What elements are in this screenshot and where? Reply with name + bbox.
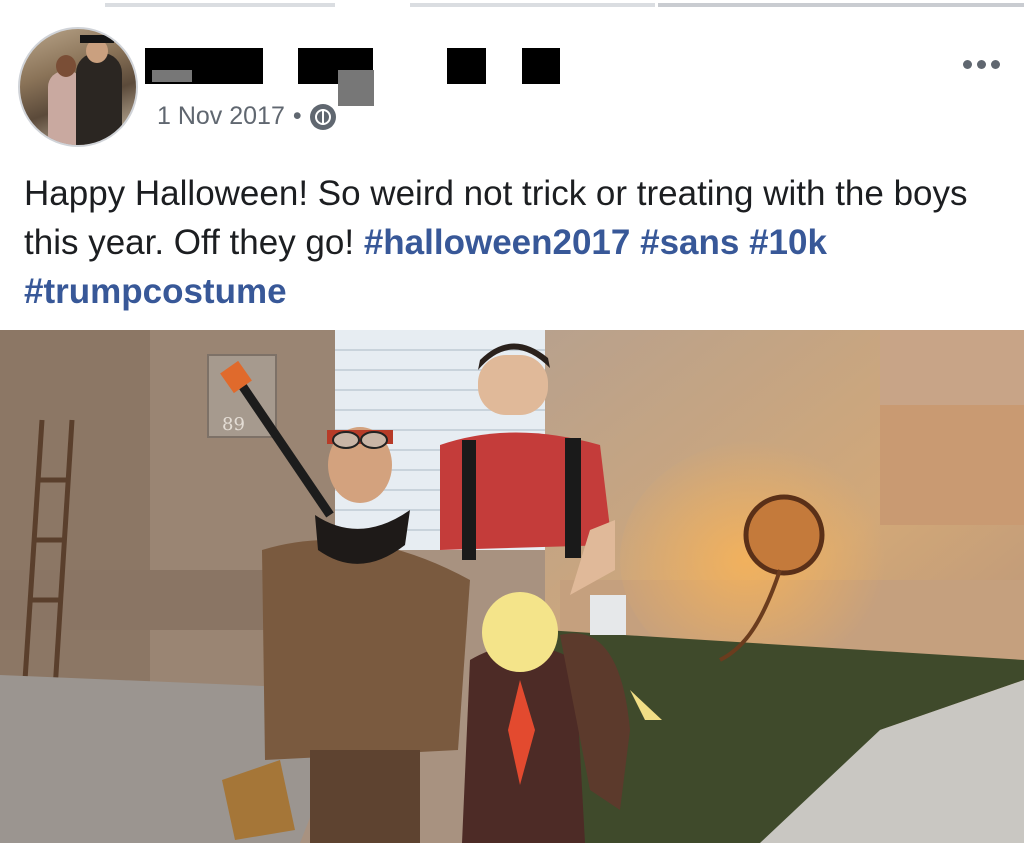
hashtag-link[interactable]: #sans <box>640 223 739 262</box>
globe-icon[interactable] <box>309 103 336 130</box>
redaction-block <box>152 70 192 82</box>
profile-avatar[interactable] <box>18 27 138 147</box>
divider-segment <box>410 3 655 7</box>
hashtag-link[interactable]: #halloween2017 <box>364 223 631 262</box>
more-options-icon[interactable] <box>963 60 1000 69</box>
post-text: Happy Halloween! So weird not trick or t… <box>24 169 1014 316</box>
house-number: 89 <box>222 414 245 435</box>
post-meta: 1 Nov 2017 • <box>157 102 336 131</box>
hashtag-link[interactable]: #10k <box>749 223 827 262</box>
divider-segment <box>658 3 1024 7</box>
avatar-figure <box>76 53 122 145</box>
redaction-block <box>522 48 560 84</box>
avatar-figure <box>56 55 76 77</box>
redaction-block <box>338 70 374 106</box>
divider-segment <box>105 3 335 7</box>
top-divider <box>0 0 1024 10</box>
post-date[interactable]: 1 Nov 2017 <box>157 102 285 131</box>
meta-separator: • <box>292 102 302 130</box>
redaction-block <box>447 48 486 84</box>
photo-illustration: 89 <box>0 330 1024 843</box>
post-photo[interactable]: 89 <box>0 330 1024 843</box>
graduation-cap <box>80 35 114 43</box>
hashtag-link[interactable]: #trumpcostume <box>24 272 287 311</box>
